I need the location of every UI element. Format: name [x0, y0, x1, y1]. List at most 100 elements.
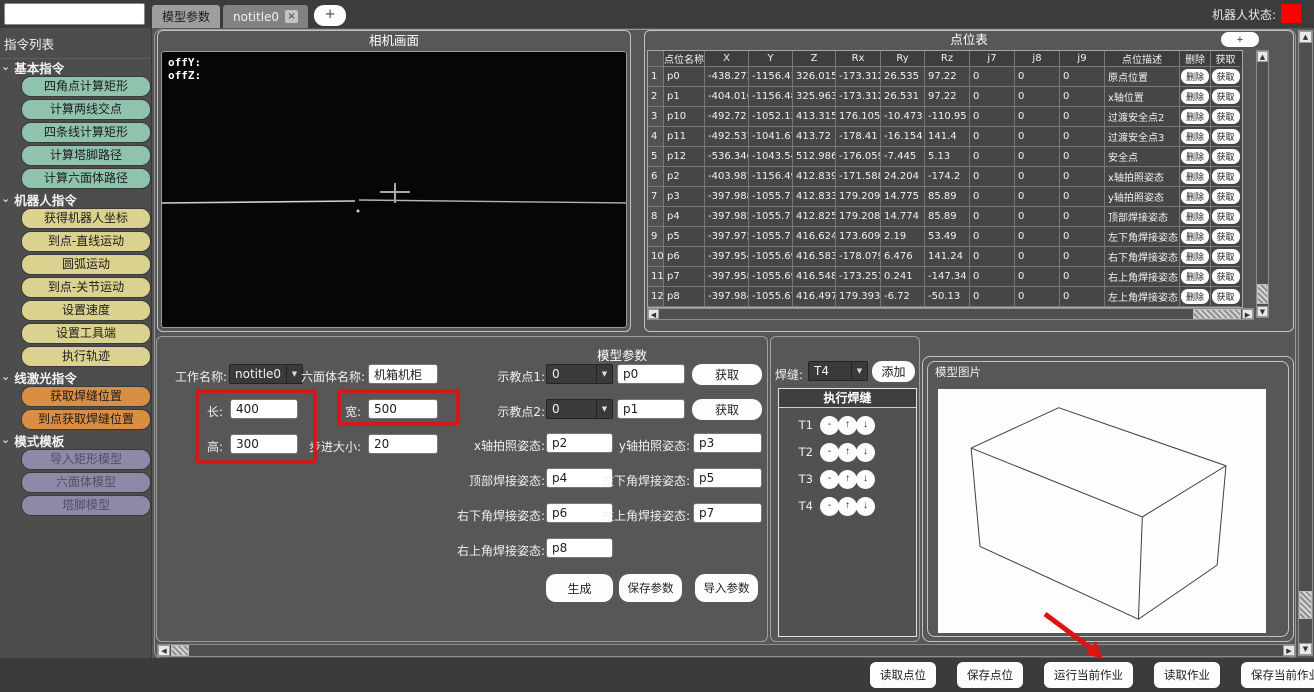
- job-name-dropdown[interactable]: notitle0 ▼: [229, 364, 303, 384]
- sidebar-item[interactable]: 六面体模型: [21, 472, 151, 493]
- get-teach-point1-button[interactable]: 获取: [692, 364, 762, 385]
- length-input[interactable]: [230, 399, 298, 419]
- get-point-button[interactable]: 获取: [1212, 149, 1240, 164]
- move-up-icon[interactable]: ↑: [838, 470, 857, 489]
- delete-point-button[interactable]: 删除: [1181, 289, 1209, 304]
- generate-button[interactable]: 生成: [546, 574, 613, 602]
- get-point-button[interactable]: 获取: [1212, 169, 1240, 184]
- pose-field-input[interactable]: [693, 468, 762, 488]
- pose-field-input[interactable]: [693, 433, 762, 453]
- remove-weld-button[interactable]: -: [820, 470, 839, 489]
- sidebar-item[interactable]: 设置速度: [21, 300, 151, 321]
- delete-point-button[interactable]: 删除: [1181, 189, 1209, 204]
- main-horizontal-scrollbar[interactable]: ◀ ▶: [157, 644, 1296, 657]
- move-down-icon[interactable]: ↓: [856, 416, 875, 435]
- get-point-button[interactable]: 获取: [1212, 249, 1240, 264]
- sidebar-item[interactable]: 执行轨迹: [21, 346, 151, 367]
- get-point-button[interactable]: 获取: [1212, 129, 1240, 144]
- sidebar-item[interactable]: 计算两线交点: [21, 99, 151, 120]
- sidebar-item[interactable]: 到点-关节运动: [21, 277, 151, 298]
- scroll-left-icon[interactable]: ◀: [158, 645, 170, 656]
- get-point-button[interactable]: 获取: [1212, 189, 1240, 204]
- sidebar-item[interactable]: 计算塔脚路径: [21, 145, 151, 166]
- close-icon[interactable]: ×: [285, 10, 298, 23]
- sidebar-item[interactable]: 导入矩形模型: [21, 449, 151, 470]
- remove-weld-button[interactable]: -: [820, 497, 839, 516]
- get-point-button[interactable]: 获取: [1212, 69, 1240, 84]
- sidebar-item[interactable]: 获得机器人坐标: [21, 208, 151, 229]
- sidebar-group-header[interactable]: ⌄线激光指令: [0, 369, 151, 384]
- tab-模型参数[interactable]: 模型参数: [152, 5, 220, 28]
- step-size-input[interactable]: [368, 434, 438, 454]
- sidebar-item[interactable]: 获取焊缝位置: [21, 386, 151, 407]
- delete-point-button[interactable]: 删除: [1181, 69, 1209, 84]
- sidebar-group-header[interactable]: ⌄机器人指令: [0, 191, 151, 206]
- sidebar-item[interactable]: 圆弧运动: [21, 254, 151, 275]
- scroll-thumb[interactable]: [1299, 591, 1312, 619]
- delete-point-button[interactable]: 删除: [1181, 89, 1209, 104]
- get-point-button[interactable]: 获取: [1212, 229, 1240, 244]
- teach-point1-input[interactable]: [617, 364, 685, 384]
- delete-point-button[interactable]: 删除: [1181, 109, 1209, 124]
- delete-point-button[interactable]: 删除: [1181, 129, 1209, 144]
- scroll-down-icon[interactable]: ▼: [1257, 306, 1268, 317]
- height-input[interactable]: [230, 434, 298, 454]
- get-point-button[interactable]: 获取: [1212, 209, 1240, 224]
- save-points-button[interactable]: 保存点位: [957, 662, 1023, 688]
- read-job-button[interactable]: 读取作业: [1154, 662, 1220, 688]
- delete-point-button[interactable]: 删除: [1181, 269, 1209, 284]
- delete-point-button[interactable]: 删除: [1181, 209, 1209, 224]
- tab-notitle0[interactable]: notitle0×: [223, 5, 308, 28]
- teach-point2-input[interactable]: [617, 399, 685, 419]
- read-points-button[interactable]: 读取点位: [870, 662, 936, 688]
- remove-weld-button[interactable]: -: [820, 416, 839, 435]
- move-down-icon[interactable]: ↓: [856, 497, 875, 516]
- get-point-button[interactable]: 获取: [1212, 269, 1240, 284]
- get-point-button[interactable]: 获取: [1212, 289, 1240, 304]
- scroll-right-icon[interactable]: ▶: [1283, 645, 1295, 656]
- add-point-button[interactable]: +: [1221, 32, 1259, 47]
- sidebar-group-header[interactable]: ⌄基本指令: [0, 59, 151, 74]
- remove-weld-button[interactable]: -: [820, 443, 839, 462]
- get-point-button[interactable]: 获取: [1212, 109, 1240, 124]
- table-vertical-scrollbar[interactable]: ▲ ▼: [1256, 50, 1269, 318]
- move-down-icon[interactable]: ↓: [856, 470, 875, 489]
- sidebar-item[interactable]: 计算六面体路径: [21, 168, 151, 189]
- delete-point-button[interactable]: 删除: [1181, 229, 1209, 244]
- command-search-input[interactable]: [4, 3, 145, 25]
- scroll-thumb[interactable]: [171, 645, 189, 656]
- teach-point2-dropdown[interactable]: 0 ▼: [546, 399, 613, 419]
- scroll-thumb[interactable]: [1257, 284, 1268, 304]
- move-up-icon[interactable]: ↑: [838, 443, 857, 462]
- scroll-left-icon[interactable]: ◀: [648, 309, 659, 319]
- scroll-right-icon[interactable]: ▶: [1242, 309, 1253, 319]
- sidebar-item[interactable]: 四角点计算矩形: [21, 76, 151, 97]
- outer-vertical-scrollbar[interactable]: ▲ ▼: [1298, 30, 1313, 656]
- teach-point1-dropdown[interactable]: 0 ▼: [546, 364, 613, 384]
- import-params-button[interactable]: 导入参数: [695, 574, 758, 602]
- table-horizontal-scrollbar[interactable]: ◀ ▶: [647, 308, 1254, 320]
- sidebar-item[interactable]: 到点获取焊缝位置: [21, 409, 151, 430]
- move-up-icon[interactable]: ↑: [838, 416, 857, 435]
- add-weld-seam-button[interactable]: 添加: [872, 361, 915, 382]
- hexahedron-name-input[interactable]: [368, 364, 438, 384]
- width-input[interactable]: [368, 399, 438, 419]
- sidebar-group-header[interactable]: ⌄模式模板: [0, 432, 151, 447]
- scroll-thumb[interactable]: [1193, 309, 1241, 319]
- delete-point-button[interactable]: 删除: [1181, 249, 1209, 264]
- run-current-job-button[interactable]: 运行当前作业: [1044, 662, 1133, 688]
- move-down-icon[interactable]: ↓: [856, 443, 875, 462]
- save-current-job-button[interactable]: 保存当前作业: [1241, 662, 1314, 688]
- pose-field-input[interactable]: [693, 503, 762, 523]
- sidebar-item[interactable]: 四条线计算矩形: [21, 122, 151, 143]
- scroll-up-icon[interactable]: ▲: [1257, 51, 1268, 62]
- sidebar-item[interactable]: 到点-直线运动: [21, 231, 151, 252]
- sidebar-item[interactable]: 设置工具端: [21, 323, 151, 344]
- scroll-up-icon[interactable]: ▲: [1299, 31, 1312, 43]
- weld-seam-dropdown[interactable]: T4 ▼: [808, 361, 868, 381]
- get-teach-point2-button[interactable]: 获取: [692, 399, 762, 420]
- new-tab-button[interactable]: +: [314, 5, 346, 26]
- pose-field-input[interactable]: [546, 538, 613, 558]
- move-up-icon[interactable]: ↑: [838, 497, 857, 516]
- delete-point-button[interactable]: 删除: [1181, 169, 1209, 184]
